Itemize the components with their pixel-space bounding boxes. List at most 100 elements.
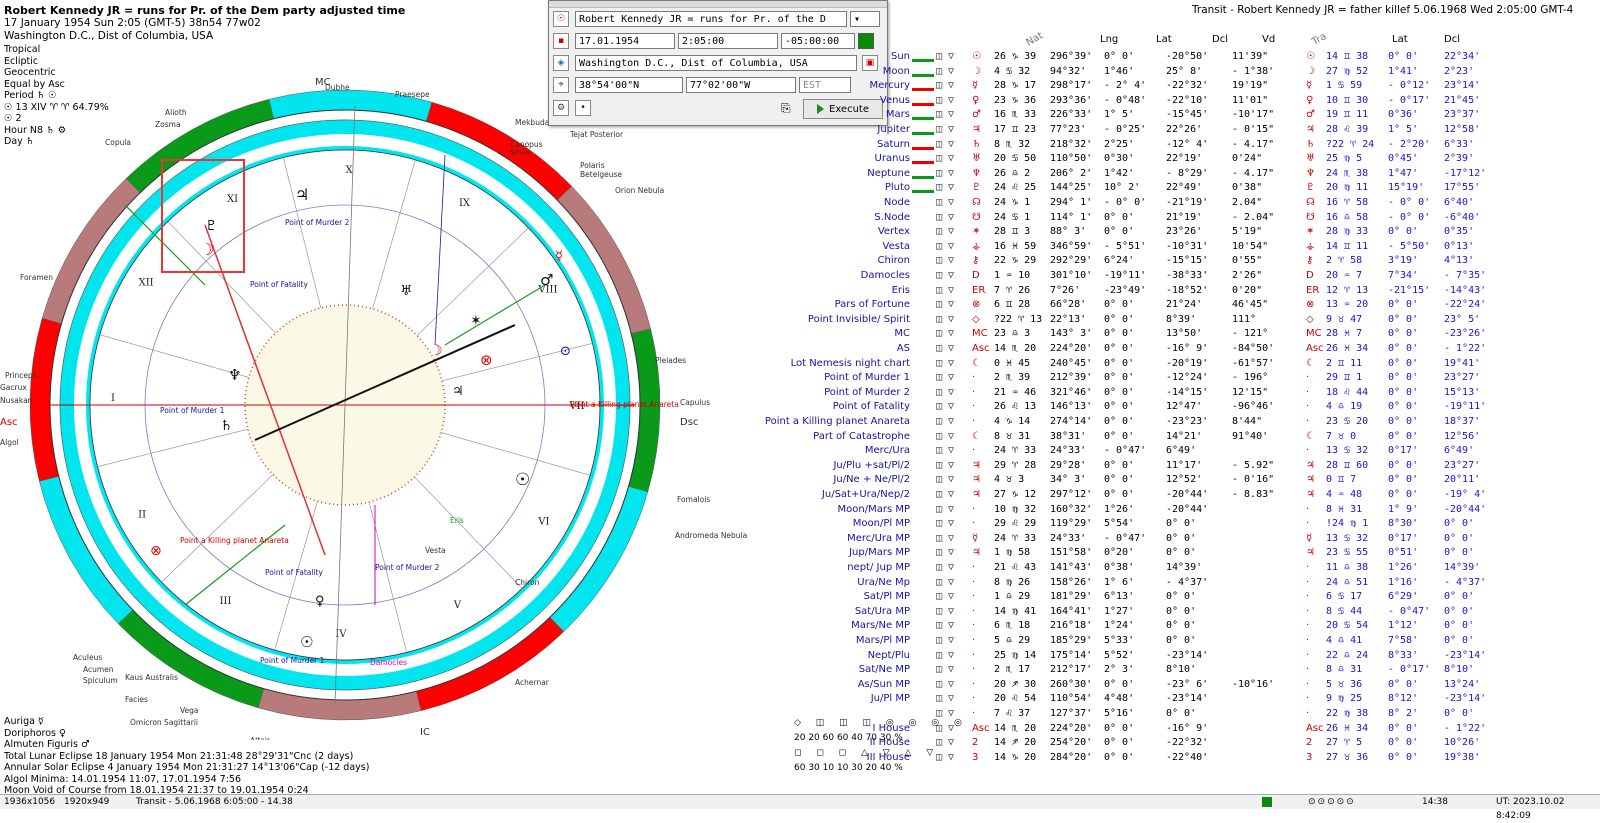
cell-tdcl: 13°24' bbox=[1444, 678, 1481, 690]
date-row: ▪ 17.01.1954 2:05:00 -05:00:00 bbox=[553, 32, 874, 50]
table-row[interactable]: ◫ ▽ Pars of Fortune ⊗ 6 ♊ 28 66°28' 0° 0' 21°2… bbox=[786, 298, 1598, 313]
table-row[interactable]: ◫ ▽ nept/ Jup MP · 21 ♌ 43 141°43' 0°38' 14°39… bbox=[786, 561, 1598, 576]
cell-tsym: ☋ bbox=[1306, 211, 1315, 223]
table-row[interactable]: ◫ ▽ Merc/Ura · 24 ♈ 33 24°33' - 0°47' 6°49' · 13… bbox=[786, 444, 1598, 459]
table-row[interactable]: ◫ ▽ Sat/Ne MP · 2 ♏ 17 212°17' 2° 3' 8°10' · 8 ♎… bbox=[786, 663, 1598, 678]
cell-pos: 1 ♒ 10 bbox=[994, 270, 1031, 281]
cell-dcl: 0° 0' bbox=[1166, 620, 1197, 632]
table-row[interactable]: ◫ ▽ Nept/Plu · 25 ♍ 14 175°14' 5°52' -23°14' · 2… bbox=[786, 649, 1598, 664]
longitude-field[interactable]: 77°02'00"W bbox=[686, 77, 796, 93]
wheel-point-label: Point of Murder 2 bbox=[285, 218, 350, 227]
cell-tpos: 4 ♎ 41 bbox=[1326, 635, 1363, 646]
cell-lng: 298°17' bbox=[1050, 80, 1093, 92]
table-row[interactable]: ◫ ▽ Mars/Pl MP · 5 ♎ 29 185°29' 5°33' 0° 0' · 4 … bbox=[786, 634, 1598, 649]
table-row[interactable]: ◫ ▽ Node ☊ 24 ♑ 1 294° 1' - 0° 0' -21°19' 2.04"… bbox=[786, 196, 1598, 211]
table-row[interactable]: ◫ ▽ AS Asc 14 ♏ 20 224°20' 0° 0' -16° 9' -84°50… bbox=[786, 342, 1598, 357]
color-swatch-icon[interactable] bbox=[858, 33, 874, 49]
table-row[interactable]: ◫ ▽ Moon/Mars MP · 10 ♍ 32 160°32' 1°26' -20°4… bbox=[786, 503, 1598, 518]
chevron-down-icon[interactable]: ▾ bbox=[850, 11, 880, 27]
cell-vd: - 4.17" bbox=[1232, 138, 1275, 150]
table-row[interactable]: ◫ ▽ As/Sun MP · 20 ♐ 30 260°30' 0° 0' -23° 6' -… bbox=[786, 678, 1598, 693]
time-field[interactable]: 2:05:00 bbox=[678, 33, 778, 49]
cell-dcl: -15°15' bbox=[1166, 255, 1209, 267]
status-resolution: 1920x949 bbox=[64, 797, 110, 807]
calendar-icon[interactable]: ▪ bbox=[553, 33, 569, 49]
table-row[interactable]: ◫ ▽ Part of Catastrophe ☾ 8 ♉ 31 38°31' 0° 0'… bbox=[786, 430, 1598, 445]
table-row[interactable]: ◫ ▽ Jupiter ♃ 17 ♊ 23 77°23' - 0°25' 22°26' - 0… bbox=[786, 123, 1598, 138]
element-box-icon: ◫ ▽ bbox=[936, 182, 955, 194]
table-row[interactable]: ◫ ▽ Ju/Ne + Ne/Pl/2 ♃ 4 ♉ 3 34° 3' 0° 0' 12°52… bbox=[786, 473, 1598, 488]
table-row[interactable]: ◫ ▽ S.Node ☋ 24 ♋ 1 114° 1' 0° 0' 21°19' - 2.04… bbox=[786, 211, 1598, 226]
chart-header: Robert Kennedy JR = runs for Pr. of the … bbox=[4, 4, 405, 43]
date-field[interactable]: 17.01.1954 bbox=[575, 33, 675, 49]
table-row[interactable]: ◫ ▽ Uranus ♅ 20 ♋ 50 110°50' 0°30' 22°19' 0'24"… bbox=[786, 152, 1598, 167]
table-row[interactable]: ◫ ▽ Mars ♂ 16 ♏ 33 226°33' 1° 5' -15°45' -10'17… bbox=[786, 108, 1598, 123]
table-row[interactable]: ◫ ▽ Mercury ☿ 28 ♑ 17 298°17' - 2° 4' -22°32' 1… bbox=[786, 79, 1598, 94]
cell-tdcl: 0° 0' bbox=[1444, 518, 1475, 530]
table-row[interactable]: ◫ ▽ Eris ER 7 ♈ 26 7°26' -23°49' -18°52' 0'20" E… bbox=[786, 284, 1598, 299]
cell-tsym: · bbox=[1306, 678, 1310, 690]
cell-tpos: 27 ♉ 36 bbox=[1326, 751, 1369, 763]
wheel-point-label: Zosma bbox=[155, 120, 181, 129]
house-number: IX bbox=[459, 198, 471, 209]
dot-icon[interactable]: • bbox=[575, 100, 591, 116]
chart-icon[interactable]: ☉ bbox=[553, 11, 569, 27]
table-row[interactable]: ◫ ▽ Vesta ⚶ 16 ♓ 59 346°59' - 5°51' -10°31' 10'… bbox=[786, 240, 1598, 255]
cell-tdcl: - 7°35' bbox=[1444, 270, 1487, 281]
table-row[interactable]: ◫ ▽ Ju/Pl MP · 20 ♌ 54 110°54' 4°48' -23°14' · 9… bbox=[786, 692, 1598, 707]
cell-name: Sat/Pl MP bbox=[863, 591, 910, 603]
table-row[interactable]: ◫ ▽ Point of Murder 1 · 2 ♏ 39 212°39' 0° 0' -… bbox=[786, 371, 1598, 386]
table-row[interactable]: ◫ ▽ Ju/Sat+Ura/Nep/2 ♃ 27 ♑ 12 297°12' 0° 0' -… bbox=[786, 488, 1598, 503]
chart-wheel[interactable]: IIIIIIIVVVIVIIVIIIIXXXIXIIMCICAsc DscPoin… bbox=[0, 40, 760, 740]
cell-tlat: 0° 0' bbox=[1388, 357, 1419, 369]
cell-vd: 0'55" bbox=[1232, 255, 1263, 267]
table-row[interactable]: ◫ ▽ Point of Fatality · 26 ♌ 13 146°13' 0° 0'… bbox=[786, 400, 1598, 415]
table-row[interactable]: ◫ ▽ Sat/Pl MP · 1 ♎ 29 181°29' 6°13' 0° 0' · 6 ♋… bbox=[786, 590, 1598, 605]
table-row[interactable]: ◫ ▽ Point of Murder 2 · 21 ♒ 46 321°46' 0° 0'… bbox=[786, 386, 1598, 401]
cell-lat: 2° 3' bbox=[1104, 664, 1135, 676]
table-row[interactable]: ◫ ▽ Damocles D 1 ♒ 10 301°10' -19°11' -38°33' 2… bbox=[786, 269, 1598, 284]
status-glyphs-icon[interactable]: ⊙⊙⊙⊙⊙ bbox=[1308, 795, 1356, 809]
settings-icon[interactable]: ⚙ bbox=[553, 100, 569, 116]
cell-dcl: 21°19' bbox=[1166, 211, 1203, 223]
table-row[interactable]: ◫ ▽ Jup/Mars MP ♃ 1 ♍ 58 151°58' 0°20' 0° 0' ♃ 2… bbox=[786, 546, 1598, 561]
cell-dcl: -22°32' bbox=[1166, 737, 1209, 749]
table-row[interactable]: ◫ ▽ Ura/Ne Mp · 8 ♍ 26 158°26' 1° 6' - 4°37' · 2… bbox=[786, 576, 1598, 591]
offset-field[interactable]: -05:00:00 bbox=[781, 33, 855, 49]
table-row[interactable]: ◫ ▽ Vertex ✶ 28 ♊ 3 88° 3' 0° 0' 23°26' 5'19" ✶ 2… bbox=[786, 225, 1598, 240]
table-row[interactable]: ◫ ▽ Neptune ♆ 26 ♎ 2 206° 2' 1°42' - 8°29' - 4.… bbox=[786, 167, 1598, 182]
strength-bar bbox=[912, 123, 934, 135]
table-row[interactable]: ◫ ▽ Pluto ♇ 24 ♌ 25 144°25' 10° 2' 22°49' 0'38"… bbox=[786, 181, 1598, 196]
table-row[interactable]: ◫ ▽ Chiron ⚷ 22 ♑ 29 292°29' 6°24' -15°15' 0'55… bbox=[786, 254, 1598, 269]
cell-sym: ☾ bbox=[972, 430, 981, 442]
cell-vd: - 196° bbox=[1232, 372, 1269, 384]
table-row[interactable]: ◫ ▽ Sun ☉ 26 ♑ 39 296°39' 0° 0' -20°50' 11'39" ☉… bbox=[786, 50, 1598, 65]
globe-icon[interactable]: ◈ bbox=[553, 55, 569, 71]
table-row[interactable]: ◫ ▽ Point Invisible/ Spirit ◇ ?22 ♈ 13 22°13… bbox=[786, 313, 1598, 328]
table-row[interactable]: ◫ ▽ Saturn ♄ 8 ♏ 32 218°32' 2°25' -12° 4' - 4.1… bbox=[786, 138, 1598, 153]
table-row[interactable]: ◫ ▽ Lot Nemesis night chart ☾ 0 ♓ 45 240°45'… bbox=[786, 357, 1598, 372]
table-row[interactable]: ◫ ▽ MC MC 23 ♎ 3 143° 3' 0° 0' 13°50' - 121° MC 2… bbox=[786, 327, 1598, 342]
cell-tlat: 8°33' bbox=[1388, 649, 1419, 661]
cell-lat: 6°24' bbox=[1104, 255, 1135, 267]
cell-tlat: - 0°17' bbox=[1388, 664, 1431, 676]
cell-tsym: 2 bbox=[1306, 737, 1313, 749]
table-row[interactable]: ◫ ▽ Sat/Ura MP · 14 ♍ 41 164°41' 1°27' 0° 0' · 8… bbox=[786, 605, 1598, 620]
table-row[interactable]: ◫ ▽ Venus ♀ 23 ♑ 36 293°36' - 0°48' -22°10' 11'… bbox=[786, 94, 1598, 109]
cell-tpos: 28 ♊ 60 bbox=[1326, 459, 1369, 471]
table-row[interactable]: ◫ ▽ Mars/Ne MP · 6 ♏ 18 216°18' 1°24' 0° 0' · 20… bbox=[786, 619, 1598, 634]
cell-lat: 10° 2' bbox=[1104, 182, 1141, 194]
cell-tsym: ♃ bbox=[1306, 124, 1315, 135]
cell-dcl: -38°33' bbox=[1166, 270, 1209, 281]
cell-dcl: 22°49' bbox=[1166, 182, 1203, 194]
table-row[interactable]: ◫ ▽ Moon/Pl MP · 29 ♌ 29 119°29' 5°54' 0° 0' ·!… bbox=[786, 517, 1598, 532]
cell-tpos: 8 ♓ 31 bbox=[1326, 503, 1363, 515]
table-row[interactable]: ◫ ▽ Ju/Plu +sat/Pl/2 ♃ 29 ♈ 28 29°28' 0° 0' 11… bbox=[786, 459, 1598, 474]
table-row[interactable]: ◫ ▽ Moon ☽ 4 ♋ 32 94°32' 1°46' 25° 8' - 1°38' ☽ 2… bbox=[786, 65, 1598, 80]
dialog-toolbar-strip bbox=[549, 1, 887, 8]
chart-name-field[interactable]: Robert Kennedy JR = runs for Pr. of the … bbox=[575, 11, 847, 27]
table-row[interactable]: ◫ ▽ Point a Killing planet Anareta · 4 ♑ 14… bbox=[765, 415, 1598, 430]
latitude-field[interactable]: 38°54'00"N bbox=[575, 77, 683, 93]
coordinates-icon[interactable]: ⌖ bbox=[553, 77, 569, 93]
table-row[interactable]: ◫ ▽ Merc/Ura MP ☿ 24 ♈ 33 24°33' - 0°47' 0° 0'… bbox=[786, 532, 1598, 547]
